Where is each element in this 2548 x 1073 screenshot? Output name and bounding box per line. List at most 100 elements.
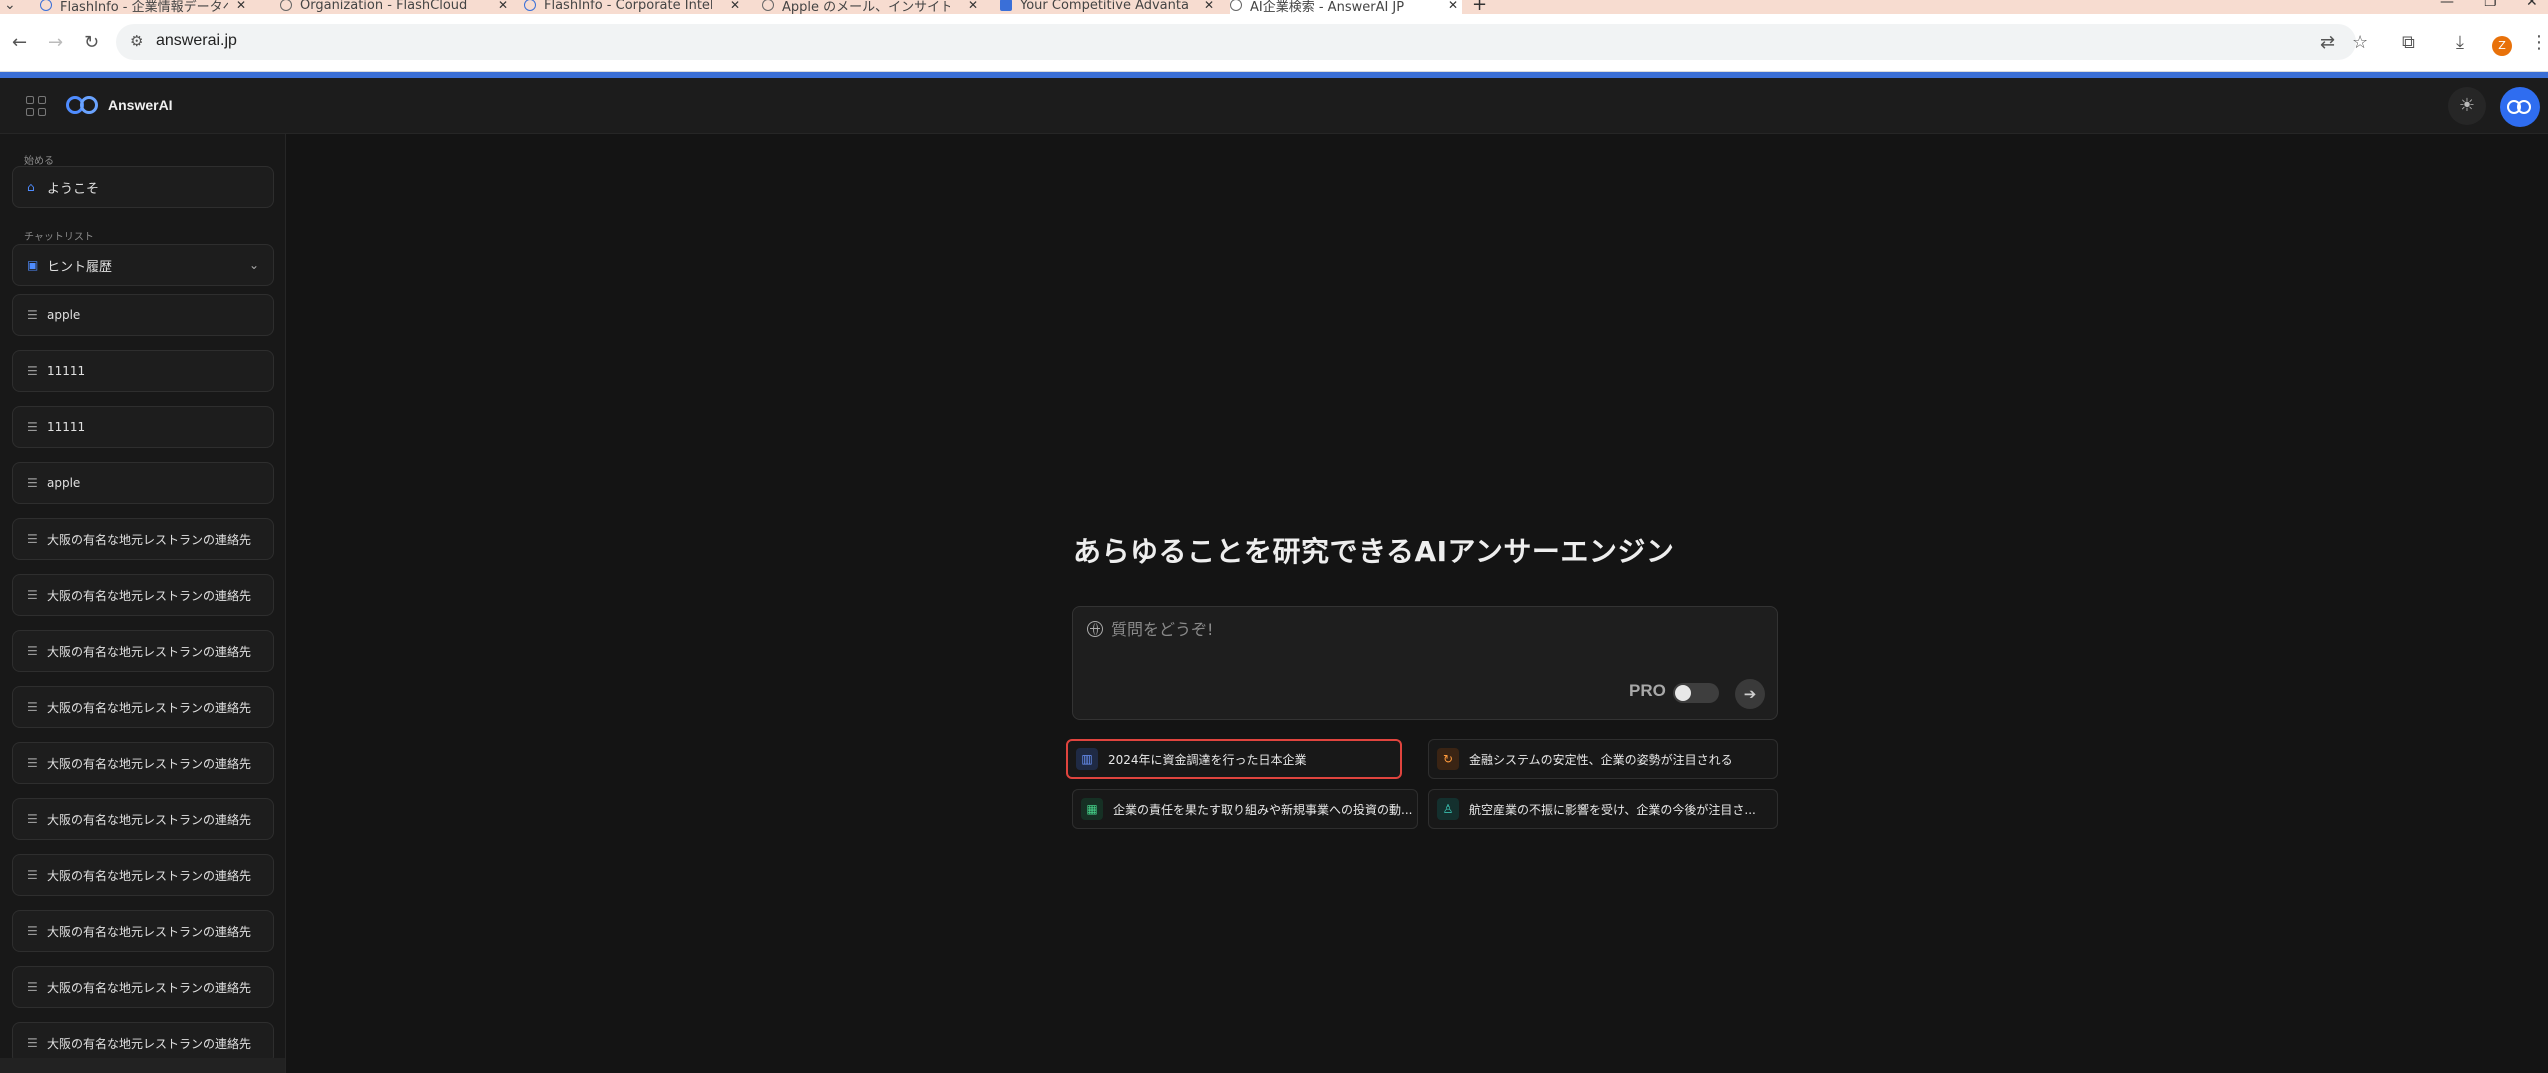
globe-favicon-icon bbox=[280, 0, 292, 11]
sidebar-horizontal-scrollbar[interactable] bbox=[0, 1058, 285, 1073]
extensions-icon[interactable]: ⧉ bbox=[2402, 32, 2415, 53]
browser-tab-strip: ⌄ FlashInfo - 企業情報データベ ✕ Organization - … bbox=[0, 0, 2548, 14]
sidebar-item-welcome[interactable]: ⌂ ようこそ bbox=[12, 166, 274, 208]
chat-history-item[interactable]: ☰ 11111 bbox=[12, 406, 274, 448]
sidebar: 始める ⌂ ようこそ チャットリスト ▣ ヒント履歴 ⌄ ☰ apple ☰ 1111… bbox=[0, 134, 286, 1073]
close-tab-icon[interactable]: ✕ bbox=[1204, 0, 1214, 12]
suggestion-card-2[interactable]: ↻ 金融システムの安定性、企業の姿勢が注目される bbox=[1428, 739, 1778, 779]
browser-tab-3[interactable]: FlashInfo - Corporate Intellig ✕ bbox=[524, 0, 744, 14]
browser-tab-1[interactable]: FlashInfo - 企業情報データベ ✕ bbox=[40, 0, 250, 14]
download-icon[interactable]: ⤓ bbox=[2456, 32, 2464, 53]
app-header: AnswerAI ☀ bbox=[0, 78, 2548, 134]
suggestion-text: 金融システムの安定性、企業の姿勢が注目される bbox=[1469, 752, 1733, 767]
chevron-down-icon: ⌄ bbox=[248, 258, 259, 272]
close-tab-icon[interactable]: ✕ bbox=[236, 0, 246, 12]
close-tab-icon[interactable]: ✕ bbox=[968, 0, 978, 12]
home-icon: ⌂ bbox=[27, 180, 35, 194]
question-box: PRO ➔ bbox=[1072, 606, 1778, 720]
chat-history-label: 大阪の有名な地元レストランの連絡先 bbox=[47, 924, 252, 939]
pro-toggle[interactable] bbox=[1673, 683, 1719, 703]
browser-tab-5[interactable]: Your Competitive Advantage ✕ bbox=[1000, 0, 1218, 14]
chat-history-label: 大阪の有名な地元レストランの連絡先 bbox=[47, 700, 252, 715]
browser-tab-2[interactable]: Organization - FlashCloud Int ✕ bbox=[280, 0, 512, 14]
chat-history-item[interactable]: ☰ 大阪の有名な地元レストランの連絡先 bbox=[12, 686, 274, 728]
start-section-label: 始める bbox=[24, 156, 54, 167]
globe-icon[interactable] bbox=[1087, 621, 1103, 637]
archive-icon: ▣ bbox=[27, 258, 39, 272]
list-lines-icon: ☰ bbox=[27, 532, 38, 546]
chat-history-item[interactable]: ☰ 大阪の有名な地元レストランの連絡先 bbox=[12, 574, 274, 616]
question-input[interactable] bbox=[1111, 617, 1711, 641]
url-text[interactable]: answerai.jp bbox=[156, 32, 237, 50]
chat-history-item[interactable]: ☰ apple bbox=[12, 462, 274, 504]
chat-history-label: apple bbox=[47, 308, 81, 322]
list-lines-icon: ☰ bbox=[27, 476, 38, 490]
forward-arrow-icon[interactable]: → bbox=[48, 32, 63, 53]
chat-history-label: 大阪の有名な地元レストランの連絡先 bbox=[47, 812, 252, 827]
apps-grid-icon[interactable] bbox=[26, 96, 46, 116]
chat-history-label: 大阪の有名な地元レストランの連絡先 bbox=[47, 1036, 252, 1051]
chat-history-item[interactable]: ☰ 大阪の有名な地元レストランの連絡先 bbox=[12, 518, 274, 560]
person-icon: ♙ bbox=[1437, 798, 1459, 820]
list-lines-icon: ☰ bbox=[27, 308, 38, 322]
user-avatar[interactable] bbox=[2500, 87, 2540, 127]
list-lines-icon: ☰ bbox=[27, 644, 38, 658]
arrow-right-icon[interactable]: ➔ bbox=[1735, 679, 1765, 709]
bookmark-star-icon[interactable]: ☆ bbox=[2352, 32, 2368, 53]
profile-avatar[interactable]: Z bbox=[2492, 36, 2512, 56]
list-lines-icon: ☰ bbox=[27, 420, 38, 434]
browser-tab-6-active[interactable]: AI企業検索 - AnswerAI JP ✕ bbox=[1230, 0, 1462, 14]
sun-icon[interactable]: ☀ bbox=[2448, 87, 2486, 125]
history-dropdown[interactable]: ▣ ヒント履歴 ⌄ bbox=[12, 244, 274, 286]
chat-history-item[interactable]: ☰ 大阪の有名な地元レストランの連絡先 bbox=[12, 630, 274, 672]
chat-history-item[interactable]: ☰ 大阪の有名な地元レストランの連絡先 bbox=[12, 910, 274, 952]
suggestion-card-4[interactable]: ♙ 航空産業の不振に影響を受け、企業の今後が注目さ... bbox=[1428, 789, 1778, 829]
globe-favicon-icon bbox=[40, 0, 52, 11]
list-lines-icon: ☰ bbox=[27, 700, 38, 714]
browser-tab-4[interactable]: Apple のメール、インサイト、 ✕ bbox=[762, 0, 982, 14]
suggestion-text: 航空産業の不振に影響を受け、企業の今後が注目さ... bbox=[1469, 802, 1756, 817]
list-lines-icon: ☰ bbox=[27, 364, 38, 378]
reload-icon[interactable]: ↻ bbox=[84, 32, 99, 53]
chat-history-item[interactable]: ☰ 11111 bbox=[12, 350, 274, 392]
url-field[interactable]: ⚙ answerai.jp bbox=[116, 24, 2356, 60]
chat-history-label: 大阪の有名な地元レストランの連絡先 bbox=[47, 868, 252, 883]
browser-menu-icon[interactable]: ⋮ bbox=[2530, 32, 2548, 53]
suggestion-text: 企業の責任を果たす取り組みや新規事業への投資の動... bbox=[1113, 802, 1413, 817]
chat-history-label: 大阪の有名な地元レストランの連絡先 bbox=[47, 980, 252, 995]
chat-history-item[interactable]: ☰ apple bbox=[12, 294, 274, 336]
list-lines-icon: ☰ bbox=[27, 756, 38, 770]
translate-icon[interactable]: ⇄ bbox=[2320, 32, 2335, 53]
close-window-icon[interactable]: ✕ bbox=[2526, 0, 2538, 10]
new-tab-button[interactable]: + bbox=[1472, 0, 1487, 14]
site-settings-icon[interactable]: ⚙ bbox=[130, 32, 143, 50]
chat-history-list: ☰ apple ☰ 11111 ☰ 11111 ☰ apple ☰ 大阪の有名な地元レストランの連… bbox=[0, 294, 285, 1073]
sidebar-item-label: ヒント履歴 bbox=[47, 259, 113, 275]
chat-history-item[interactable]: ☰ 大阪の有名な地元レストランの連絡先 bbox=[12, 798, 274, 840]
chat-history-label: apple bbox=[47, 476, 81, 490]
globe-favicon-icon bbox=[762, 0, 774, 11]
list-lines-icon: ☰ bbox=[27, 812, 38, 826]
chat-history-label: 大阪の有名な地元レストランの連絡先 bbox=[47, 756, 252, 771]
chat-history-label: 大阪の有名な地元レストランの連絡先 bbox=[47, 644, 252, 659]
restore-window-icon[interactable]: ❐ bbox=[2484, 0, 2497, 10]
back-arrow-icon[interactable]: ← bbox=[12, 32, 27, 53]
tab-search-chevron-icon[interactable]: ⌄ bbox=[4, 0, 16, 13]
building-icon: ▥ bbox=[1076, 748, 1098, 770]
close-tab-icon[interactable]: ✕ bbox=[1448, 0, 1458, 12]
chat-history-label: 11111 bbox=[47, 364, 86, 378]
suggestion-card-1[interactable]: ▥ 2024年に資金調達を行った日本企業 bbox=[1066, 739, 1402, 779]
list-lines-icon: ☰ bbox=[27, 868, 38, 882]
chat-history-item[interactable]: ☰ 大阪の有名な地元レストランの連絡先 bbox=[12, 966, 274, 1008]
minimize-window-icon[interactable]: — bbox=[2440, 0, 2454, 10]
chat-history-item[interactable]: ☰ 大阪の有名な地元レストランの連絡先 bbox=[12, 854, 274, 896]
globe-favicon-icon bbox=[1230, 0, 1242, 11]
refresh-icon: ↻ bbox=[1437, 748, 1459, 770]
close-tab-icon[interactable]: ✕ bbox=[730, 0, 740, 12]
close-tab-icon[interactable]: ✕ bbox=[498, 0, 508, 12]
chat-history-item[interactable]: ☰ 大阪の有名な地元レストランの連絡先 bbox=[12, 742, 274, 784]
app-logo[interactable]: AnswerAI bbox=[66, 94, 173, 116]
pro-label: PRO bbox=[1629, 681, 1666, 700]
chart-icon: ▦ bbox=[1081, 798, 1103, 820]
suggestion-card-3[interactable]: ▦ 企業の責任を果たす取り組みや新規事業への投資の動... bbox=[1072, 789, 1418, 829]
